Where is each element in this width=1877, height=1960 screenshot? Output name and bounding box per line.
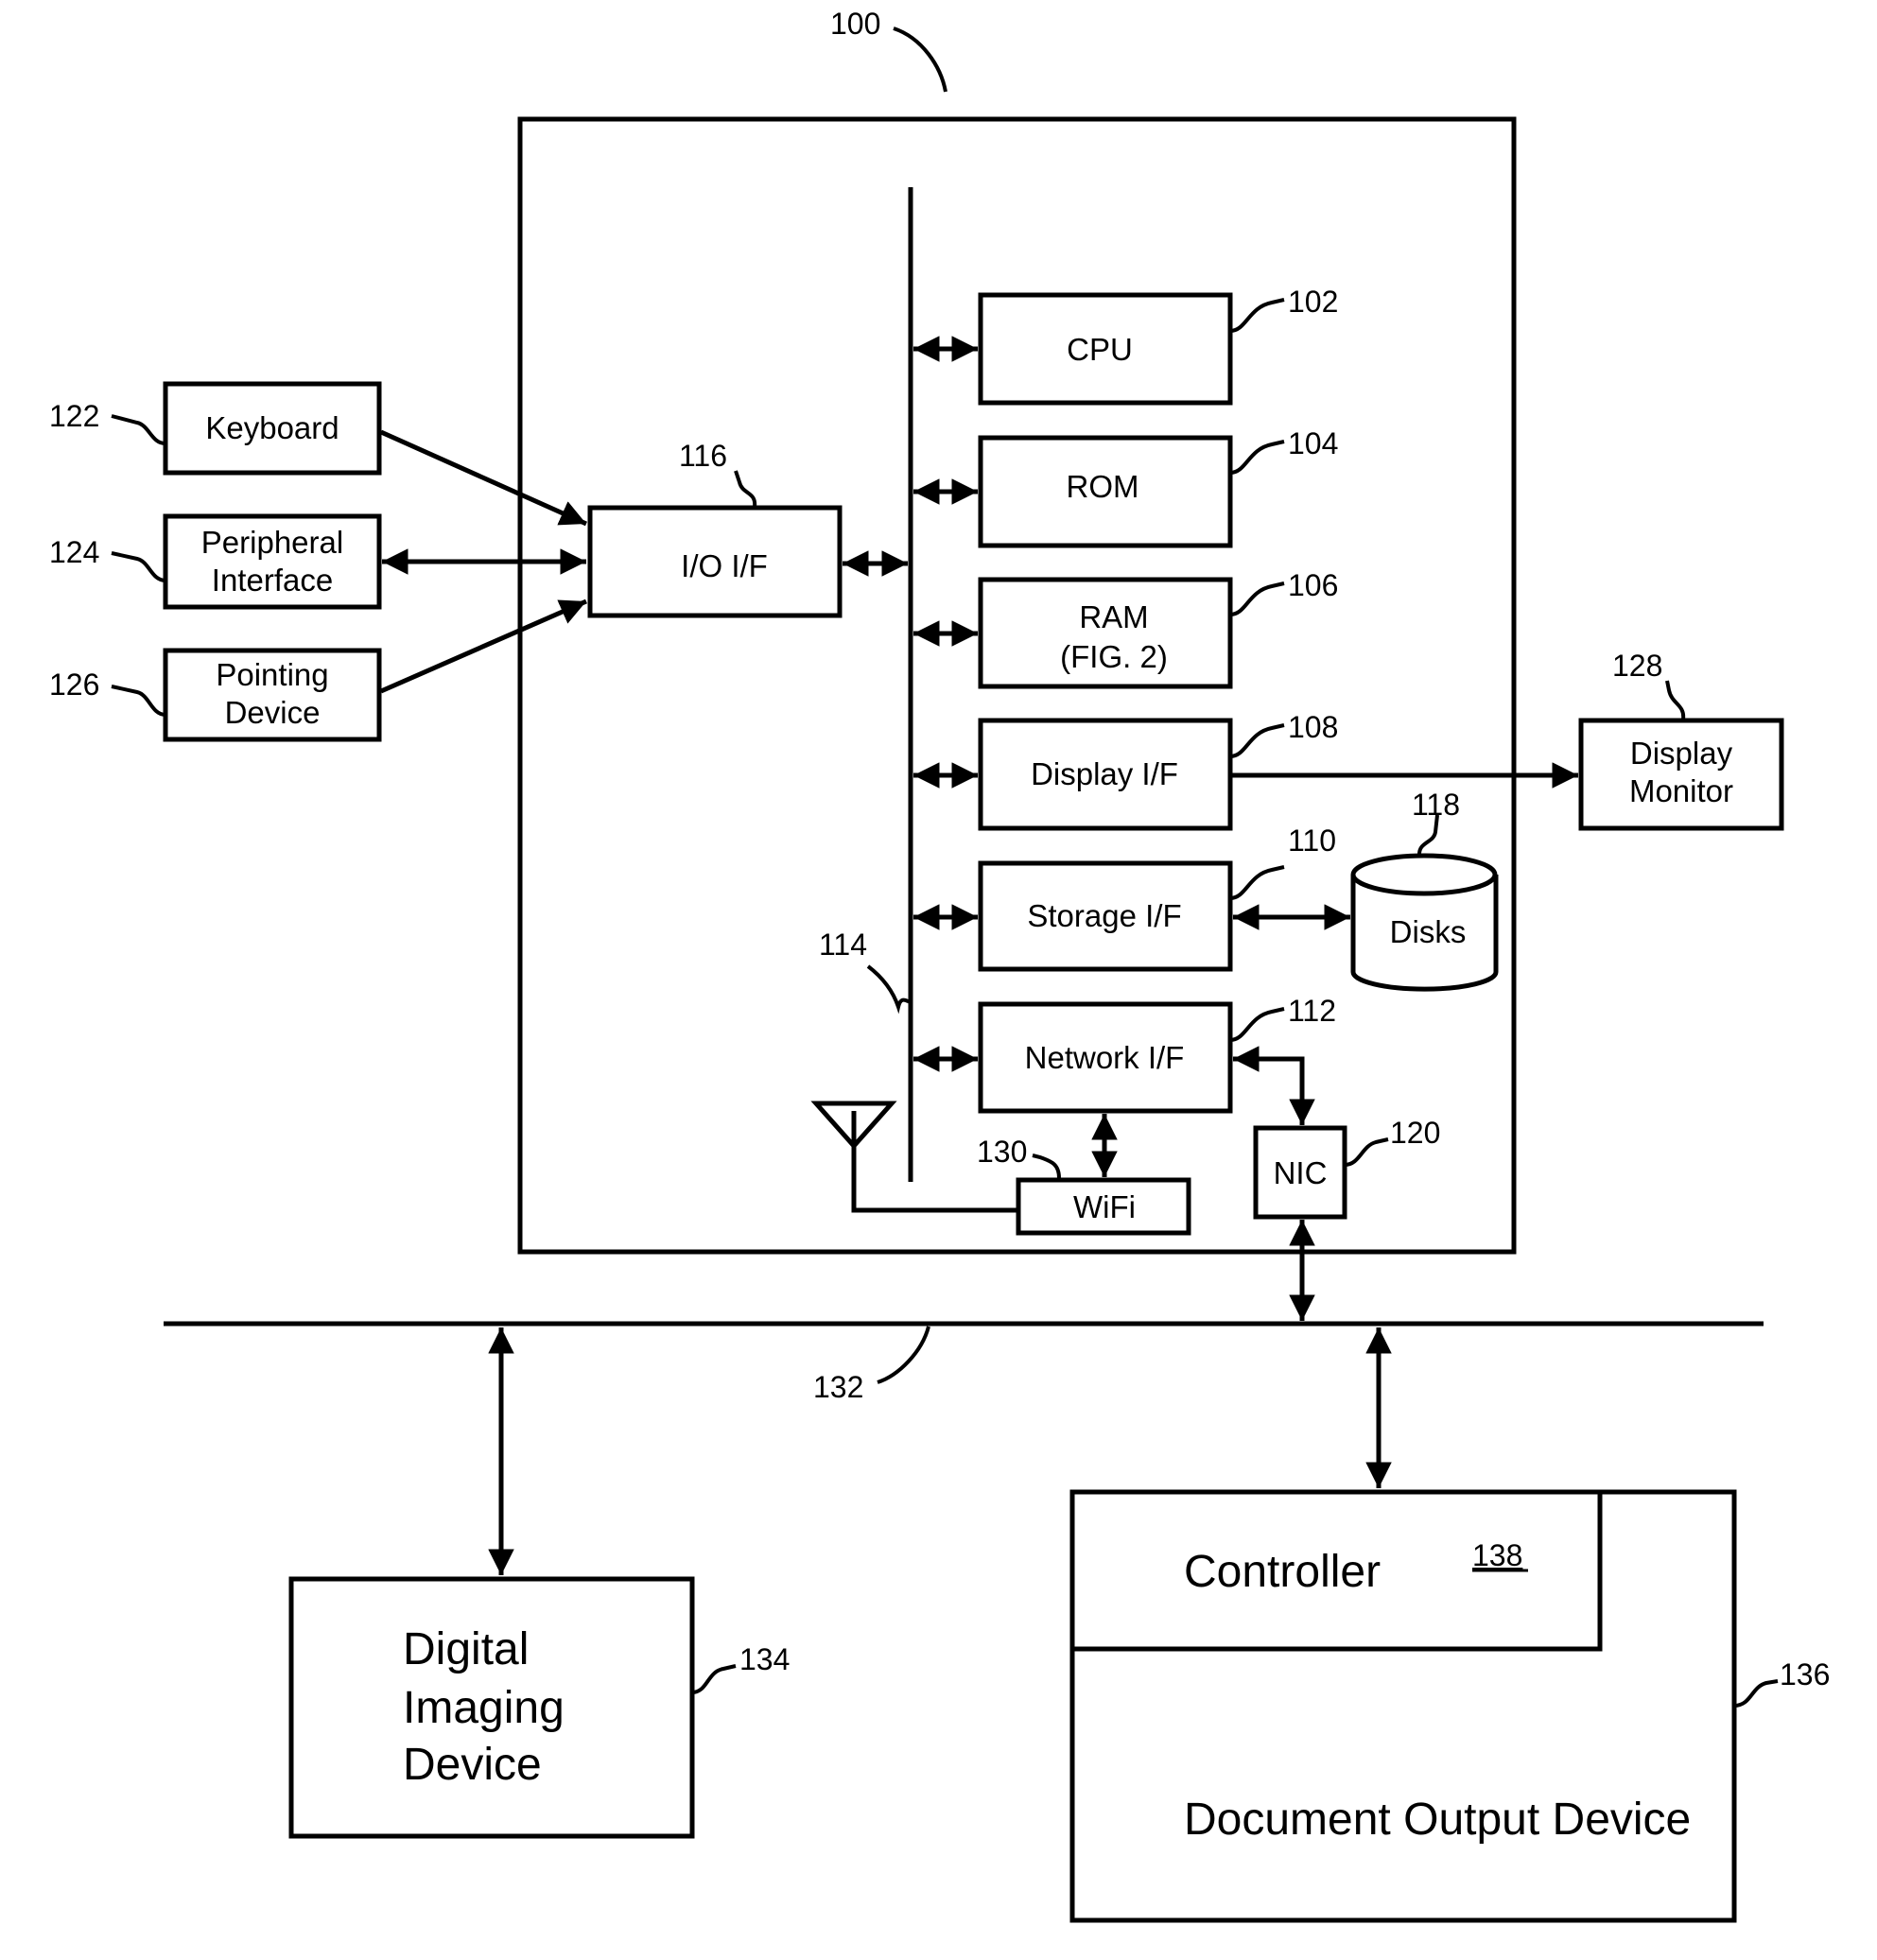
digital-imaging-line1: Digital [403,1624,529,1674]
display-monitor-label: Display [1630,736,1733,771]
keyboard-block: Keyboard 122 [49,381,588,527]
peripheral-interface-ref: 124 [49,535,99,569]
ram-ref: 106 [1288,568,1338,602]
display-monitor-block: Display Monitor 128 [1578,649,1784,831]
display-monitor-label-2: Monitor [1629,773,1733,808]
peripheral-interface-label: Peripheral [201,525,343,560]
rom-label: ROM [1067,469,1139,504]
network-if-label: Network I/F [1025,1040,1185,1075]
rom-ref: 104 [1288,426,1338,460]
peripheral-interface-label-2: Interface [212,563,333,598]
bus-ref: 114 [819,928,867,962]
keyboard-ref: 122 [49,399,99,433]
network-ref: 132 [813,1370,863,1404]
pointing-device-leader-line [111,685,166,717]
system-ref: 100 [830,7,880,41]
display-monitor-leader-line [1665,680,1686,720]
ram-label: RAM [1079,599,1148,634]
disks-label: Disks [1390,914,1467,949]
pointing-device-label: Pointing [216,657,328,692]
display-monitor-ref: 128 [1612,649,1662,683]
nic-ref: 120 [1390,1116,1440,1150]
display-if-ref: 108 [1288,710,1338,744]
io-if-label: I/O I/F [681,548,768,583]
controller-label: Controller [1184,1547,1381,1597]
network-leader-line [877,1326,930,1384]
system-leader-line [893,26,947,93]
storage-if-ref: 110 [1288,824,1336,858]
digital-imaging-ref: 134 [739,1642,790,1676]
wifi-ref: 130 [977,1135,1027,1169]
wifi-label: WiFi [1073,1189,1136,1224]
cpu-label: CPU [1067,332,1133,367]
pointing-device-ref: 126 [49,668,99,702]
system-diagram: 100 114 CPU 102 ROM 104 RAM (FIG. 2) 106… [49,7,1830,1923]
digital-imaging-line3: Device [403,1740,542,1790]
ram-fig-label: (FIG. 2) [1060,639,1168,674]
network-if-ref: 112 [1288,994,1336,1028]
digital-imaging-device-block: Digital Imaging Device 134 [288,1327,790,1839]
pointing-device-label-2: Device [225,695,321,730]
keyboard-leader-line [111,414,166,445]
keyboard-label: Keyboard [205,410,339,445]
peripheral-interface-block: Peripheral Interface 124 [49,513,586,610]
display-if-label: Display I/F [1031,756,1178,791]
disks-ref: 118 [1412,788,1460,822]
storage-if-label: Storage I/F [1027,898,1181,933]
document-output-label: Document Output Device [1184,1795,1691,1845]
document-output-leader-line [1733,1679,1779,1708]
document-output-ref: 136 [1780,1657,1830,1691]
digital-imaging-leader-line [691,1664,737,1694]
io-if-ref: 116 [679,439,727,473]
cpu-ref: 102 [1288,285,1338,319]
digital-imaging-line2: Imaging [403,1683,565,1733]
controller-ref: 138 [1472,1538,1522,1572]
document-output-device-block: Controller 138 Document Output Device 13… [1069,1327,1830,1923]
peripheral-interface-leader-line [111,551,166,582]
pointing-device-block: Pointing Device 126 [49,598,588,742]
nic-label: NIC [1274,1155,1328,1190]
